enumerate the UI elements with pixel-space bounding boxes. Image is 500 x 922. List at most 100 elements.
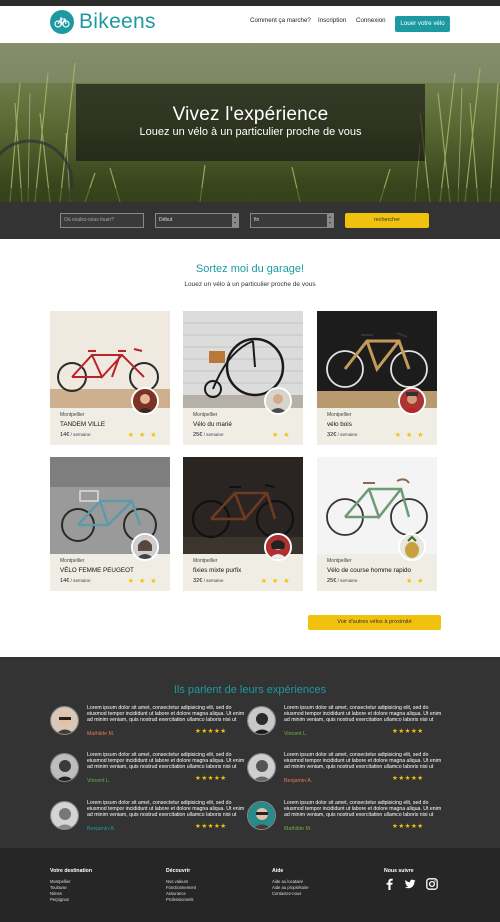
hero-banner: Vivez l'expérience Louez un vélo à un pa… xyxy=(0,43,500,202)
price-value: 14€ xyxy=(60,578,70,584)
footer-link[interactable]: Contactez-nous xyxy=(272,891,309,897)
owner-avatar xyxy=(264,533,292,561)
testimonial-text: Lorem ipsum dolor sit amet, consectetur … xyxy=(87,800,245,819)
search-button[interactable]: rechercher xyxy=(345,213,429,228)
bike-card[interactable]: Montpellier fixies mixte purfix 32€ / se… xyxy=(183,457,303,591)
testimonial-author: Vincent L. xyxy=(284,731,308,737)
bike-card[interactable]: Montpellier vélo bois 32€ / semaine ★ ★ … xyxy=(317,311,437,445)
owner-avatar xyxy=(264,387,292,415)
card-city: Montpellier xyxy=(60,412,85,418)
testimonial: Lorem ipsum dolor sit amet, consectetur … xyxy=(247,705,442,746)
card-title: vélo bois xyxy=(327,421,352,428)
testimonial-text: Lorem ipsum dolor sit amet, consectetur … xyxy=(284,752,442,771)
card-title: Vélo du marié xyxy=(193,421,232,428)
footer-heading: Aide xyxy=(272,868,284,874)
testimonial-avatar xyxy=(50,706,79,735)
card-price: 14€ / semaine xyxy=(60,432,91,438)
card-city: Montpellier xyxy=(327,412,352,418)
testimonial: Lorem ipsum dolor sit amet, consectetur … xyxy=(50,705,245,746)
testimonial: Lorem ipsum dolor sit amet, consectetur … xyxy=(50,752,245,793)
footer-heading: Votre destination xyxy=(50,868,92,874)
rent-your-bike-button[interactable]: Louer votre vélo xyxy=(395,16,450,32)
card-price: 14€ / semaine xyxy=(60,578,91,584)
testimonial-avatar xyxy=(50,801,79,830)
start-date-select[interactable]: Début ▴ ▾ xyxy=(155,213,239,228)
owner-avatar xyxy=(131,533,159,561)
price-value: 32€ xyxy=(327,432,337,438)
footer-link[interactable]: Professionnels xyxy=(166,897,196,903)
price-value: 25€ xyxy=(193,432,203,438)
rating-stars: ★ ★ ★ xyxy=(127,432,158,439)
price-value: 25€ xyxy=(327,578,337,584)
price-unit: / semaine xyxy=(202,578,224,583)
owner-avatar xyxy=(398,387,426,415)
bike-card[interactable]: Montpellier Vélo du marié 25€ / semaine … xyxy=(183,311,303,445)
testimonial-text: Lorem ipsum dolor sit amet, consectetur … xyxy=(284,705,442,724)
rating-stars: ★★★★★ xyxy=(195,823,227,830)
card-price: 32€ / semaine xyxy=(193,578,224,584)
testimonial-author: Mathilde M. xyxy=(87,731,115,737)
bike-card[interactable]: Montpellier Vélo de course homme rapido … xyxy=(317,457,437,591)
rating-stars: ★★★★★ xyxy=(195,728,227,735)
price-value: 32€ xyxy=(193,578,203,584)
rating-stars: ★ ★ xyxy=(406,578,425,585)
header: Bikeens Comment ça marche? Inscription C… xyxy=(0,6,500,43)
price-unit: / semaine xyxy=(69,432,91,437)
logo-text: Bikeens xyxy=(79,10,156,33)
footer-heading: Nous suivre xyxy=(384,868,414,874)
testimonial-text: Lorem ipsum dolor sit amet, consectetur … xyxy=(284,800,442,819)
footer-link[interactable]: Perpignan xyxy=(50,897,92,903)
card-city: Montpellier xyxy=(327,558,352,564)
testimonial: Lorem ipsum dolor sit amet, consectetur … xyxy=(50,800,245,841)
card-city: Montpellier xyxy=(193,558,218,564)
footer-help: Aide Aide au locataire Aide au propriéta… xyxy=(272,868,309,897)
card-title: fixies mixte purfix xyxy=(193,567,242,574)
price-unit: / semaine xyxy=(202,432,224,437)
search-bar: Où voulez-vous louer? Début ▴ ▾ fin ▴ ▾ re… xyxy=(0,202,500,239)
card-city: Montpellier xyxy=(193,412,218,418)
rating-stars: ★★★★★ xyxy=(392,728,424,735)
rating-stars: ★ ★ ★ xyxy=(260,578,291,585)
nav-signup[interactable]: Inscription xyxy=(318,17,346,24)
price-unit: / semaine xyxy=(69,578,91,583)
card-city: Montpellier xyxy=(60,558,85,564)
owner-avatar xyxy=(131,387,159,415)
rating-stars: ★ ★ ★ xyxy=(127,578,158,585)
facebook-icon[interactable] xyxy=(384,878,394,890)
price-unit: / semaine xyxy=(336,432,358,437)
testimonial-author: Benjamin A. xyxy=(284,778,313,784)
testimonial-author: Mathilde M. xyxy=(284,826,312,832)
card-price: 25€ / semaine xyxy=(327,578,358,584)
testimonial-text: Lorem ipsum dolor sit amet, consectetur … xyxy=(87,705,245,724)
footer-destinations: Votre destination Montpellier Toulouse N… xyxy=(50,868,92,903)
testimonial-author: Benjamin A. xyxy=(87,826,116,832)
rating-stars: ★★★★★ xyxy=(195,775,227,782)
footer-discover: Découvrir Nos valeurs Fonctionnement Ass… xyxy=(166,868,196,903)
start-date-value: Début xyxy=(159,217,173,223)
testimonials-section: Ils parlent de leurs expériences Lorem i… xyxy=(0,657,500,848)
select-arrows-icon: ▴ ▾ xyxy=(327,214,333,227)
hero-title: Vivez l'expérience xyxy=(172,104,329,125)
testimonial: Lorem ipsum dolor sit amet, consectetur … xyxy=(247,800,442,841)
location-input[interactable]: Où voulez-vous louer? xyxy=(60,213,144,228)
nav-login[interactable]: Connexion xyxy=(356,17,386,24)
card-price: 25€ / semaine xyxy=(193,432,224,438)
testimonial-text: Lorem ipsum dolor sit amet, consectetur … xyxy=(87,752,245,771)
bike-logo-icon xyxy=(50,10,74,34)
bike-card[interactable]: Montpellier VÉLO FEMME PEUGEOT 14€ / sem… xyxy=(50,457,170,591)
twitter-icon[interactable] xyxy=(404,878,416,890)
more-bikes-button[interactable]: Voir d'autres vélos à proximité xyxy=(308,615,441,630)
end-date-select[interactable]: fin ▴ ▾ xyxy=(250,213,334,228)
nav-how-it-works[interactable]: Comment ça marche? xyxy=(250,17,311,24)
logo[interactable]: Bikeens xyxy=(50,10,156,34)
card-title: VÉLO FEMME PEUGEOT xyxy=(60,567,134,574)
instagram-icon[interactable] xyxy=(426,878,438,890)
card-title: Vélo de course homme rapido xyxy=(327,567,412,574)
bike-card[interactable]: Montpellier TANDEM VILLE 14€ / semaine ★… xyxy=(50,311,170,445)
rating-stars: ★★★★★ xyxy=(392,775,424,782)
testimonial-avatar xyxy=(247,706,276,735)
testimonial-avatar xyxy=(50,753,79,782)
rating-stars: ★★★★★ xyxy=(392,823,424,830)
testimonial-author: Vincent L. xyxy=(87,778,111,784)
hero-subtitle: Louez un vélo à un particulier proche de… xyxy=(139,126,362,138)
